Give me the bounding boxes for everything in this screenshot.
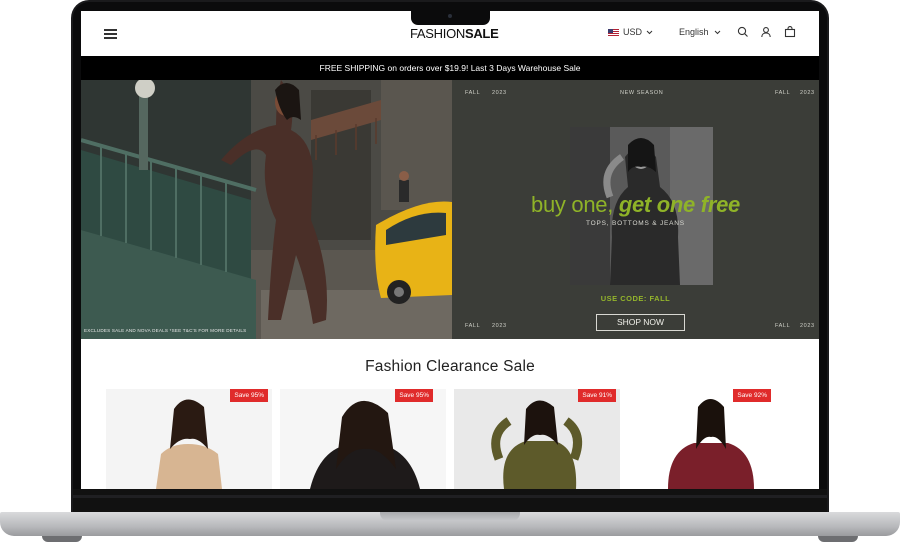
laptop-foot-left [42, 536, 82, 542]
discount-badge: Save 95% [230, 389, 268, 402]
laptop-mockup: FASHIONSALE USD English FREE SHIPPING on… [0, 0, 900, 549]
shop-now-button[interactable]: SHOP NOW [596, 314, 685, 331]
promo-subtitle: TOPS, BOTTOMS & JEANS [586, 220, 685, 227]
screen: FASHIONSALE USD English FREE SHIPPING on… [81, 11, 819, 489]
corner-label: 2023 [800, 90, 815, 96]
menu-icon[interactable] [104, 28, 117, 39]
corner-label: FALL [775, 323, 791, 329]
discount-badge: Save 92% [733, 389, 771, 402]
hero-disclaimer: EXCLUDES SALE AND NOVA DEALS *SEE T&C'S … [84, 328, 247, 333]
laptop-thumb-notch [380, 512, 520, 521]
chevron-down-icon [646, 30, 653, 34]
corner-label: 2023 [492, 90, 507, 96]
promo-italic: get one free [618, 192, 740, 217]
product-image [668, 399, 754, 489]
language-selector[interactable]: English [679, 27, 721, 37]
hero-banner-right[interactable]: FALL 2023 NEW SEASON FALL 2023 buy one, … [452, 80, 819, 339]
product-card[interactable]: Save 91% [454, 389, 620, 489]
section-title: Fashion Clearance Sale [365, 358, 535, 375]
product-card[interactable]: Save 95% [280, 389, 446, 489]
laptop-hinge [73, 495, 827, 498]
corner-label: 2023 [800, 323, 815, 329]
laptop-foot-right [818, 536, 858, 542]
currency-selector[interactable]: USD [608, 27, 653, 37]
street-photo [81, 80, 452, 339]
discount-badge: Save 91% [578, 389, 616, 402]
product-card[interactable]: Save 95% [106, 389, 272, 489]
logo-bold-text: SALE [464, 26, 499, 41]
promo-headline: buy one, get one free [452, 192, 819, 218]
corner-label: NEW SEASON [620, 90, 664, 96]
product-image [310, 400, 420, 489]
language-label: English [679, 27, 709, 37]
user-icon[interactable] [760, 26, 772, 38]
announcement-bar[interactable]: FREE SHIPPING on orders over $19.9! Last… [81, 56, 819, 80]
product-image [156, 399, 222, 489]
corner-label: FALL [465, 90, 481, 96]
bag-icon[interactable] [784, 26, 796, 38]
site-logo[interactable]: FASHIONSALE [410, 26, 499, 41]
discount-badge: Save 95% [395, 389, 433, 402]
currency-label: USD [623, 27, 643, 37]
us-flag-icon [608, 28, 619, 36]
promo-plain: buy one, [531, 192, 614, 217]
chevron-down-icon [714, 30, 721, 35]
promo-code: USE CODE: FALL [600, 294, 671, 303]
hero-banner-left[interactable]: EXCLUDES SALE AND NOVA DEALS *SEE T&C'S … [81, 80, 452, 339]
camera-dot [448, 14, 452, 18]
product-image [491, 400, 583, 489]
corner-label: FALL [465, 323, 481, 329]
logo-thin-text: FASHION [410, 26, 465, 41]
product-card[interactable]: Save 92% [628, 389, 794, 489]
search-icon[interactable] [737, 26, 749, 38]
corner-label: FALL [775, 90, 791, 96]
corner-label: 2023 [492, 323, 507, 329]
